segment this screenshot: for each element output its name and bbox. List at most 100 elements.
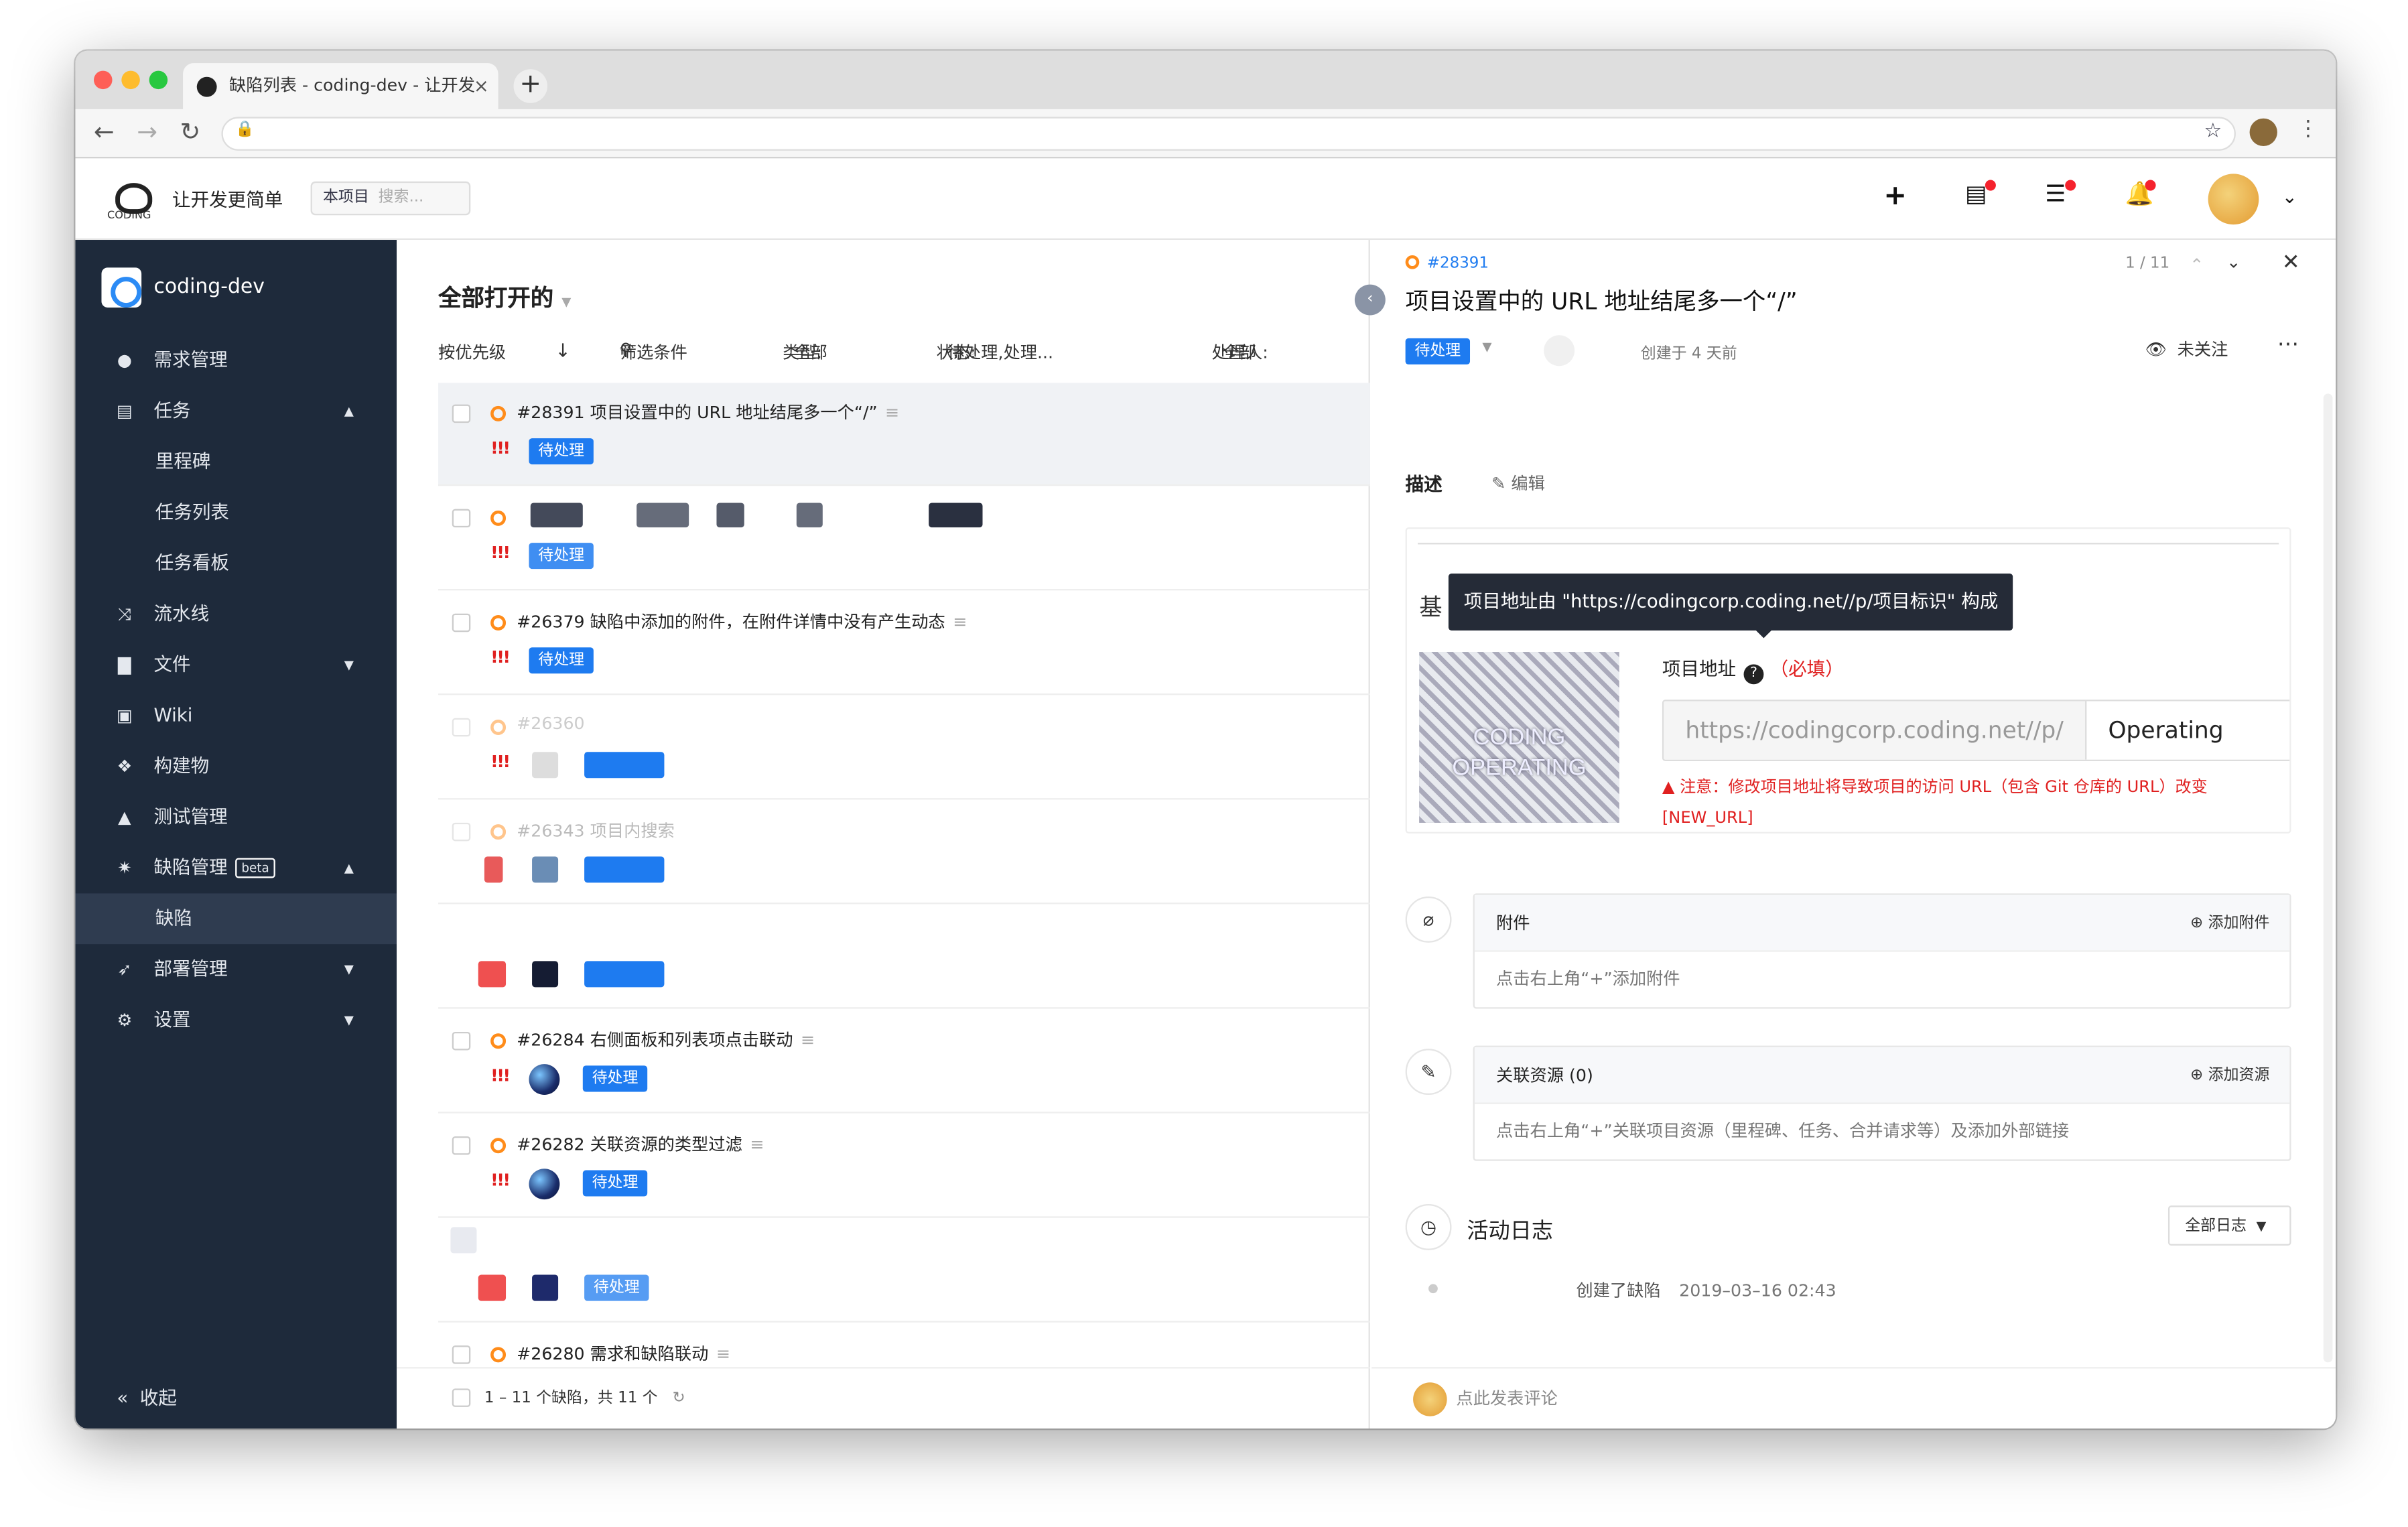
comment-input[interactable]: 点此发表评论 (1372, 1367, 2336, 1429)
merge-request-icon[interactable]: ▤ (1965, 180, 1987, 208)
sidebar-item-defect-list[interactable]: 缺陷 (75, 893, 397, 945)
status-dropdown[interactable]: 待处理 (1405, 338, 1471, 364)
select-all-checkbox[interactable] (452, 1388, 471, 1407)
next-icon[interactable]: ⌄ (2226, 252, 2240, 272)
row-title[interactable]: #26343 项目内搜索 (517, 818, 675, 843)
row-checkbox[interactable] (452, 404, 471, 423)
status-badge: 待处理 (582, 1065, 648, 1092)
status-badge (584, 752, 665, 779)
sidebar-item-settings[interactable]: ⚙ 设置 ▼ (75, 995, 397, 1046)
tasks-icon[interactable]: ☰ (2045, 180, 2066, 208)
sidebar-item-defects[interactable]: ✷ 缺陷管理 beta ▲ (75, 843, 397, 894)
coding-logo[interactable]: CODING (103, 177, 155, 223)
defect-title[interactable]: 项目设置中的 URL 地址结尾多一个“/” (1406, 285, 1798, 317)
user-avatar[interactable] (2208, 174, 2259, 225)
blurred-title (929, 503, 983, 528)
row-checkbox[interactable] (452, 1031, 471, 1051)
previous-icon[interactable]: ⌃ (2190, 255, 2204, 275)
table-row[interactable] (438, 906, 1370, 1009)
rocket-icon: ➶ (117, 959, 132, 980)
activity-title: 活动日志 (1467, 1219, 1553, 1244)
sort-dropdown[interactable]: 按优先级 ▾ (438, 340, 506, 363)
minimize-window-icon[interactable] (121, 70, 140, 90)
browser-tab[interactable]: 缺陷列表 - coding-dev - 让开发 × (183, 63, 498, 109)
table-row[interactable]: #28391 项目设置中的 URL 地址结尾多一个“/” ≡ !!! 待处理 (438, 383, 1370, 486)
sidebar-collapse-button[interactable]: « 收起 (117, 1384, 177, 1410)
table-row[interactable]: #26282 关联资源的类型过滤 ≡ !!! 待处理 (438, 1115, 1370, 1218)
activity-filter-dropdown[interactable]: 全部日志 ▼ (2167, 1205, 2291, 1246)
status-badge (584, 961, 665, 988)
row-title[interactable]: #26280 需求和缺陷联动 (517, 1344, 708, 1364)
gears-icon: ⚙ (117, 1010, 133, 1031)
flask-icon: ▲ (118, 807, 131, 827)
chevron-down-icon[interactable]: ⌄ (2282, 186, 2297, 208)
sidebar-item-task-board[interactable]: 任务看板 (75, 538, 397, 589)
row-title[interactable]: #26284 右侧面板和列表项点击联动 (517, 1031, 793, 1051)
table-row[interactable]: !!! 待处理 (438, 488, 1370, 591)
edit-description-button[interactable]: ✎ 编辑 (1491, 470, 1545, 495)
row-title[interactable]: #26282 关联资源的类型过滤 (517, 1135, 742, 1155)
reload-icon[interactable]: ↻ (180, 117, 201, 146)
status-filter[interactable]: 状态: 待处理,处理... ▾ ⊗ (937, 340, 1053, 363)
search-box[interactable]: 本项目 搜索... (310, 181, 471, 216)
row-title[interactable]: #26360 (517, 714, 584, 734)
row-checkbox[interactable] (452, 822, 471, 842)
sidebar-item-tasks[interactable]: ▤ 任务 ▲ (75, 386, 397, 437)
table-row[interactable]: #26343 项目内搜索 (438, 801, 1370, 905)
table-row[interactable]: #26284 右侧面板和列表项点击联动 ≡ !!! 待处理 (438, 1010, 1370, 1114)
type-filter[interactable]: 类型: 全部 ▾ (783, 340, 827, 363)
maximize-window-icon[interactable] (149, 70, 168, 90)
add-attachment-button[interactable]: ⊕ 添加附件 (2190, 895, 2269, 952)
bookmark-star-icon[interactable]: ☆ (2204, 120, 2222, 143)
sidebar-item-task-list[interactable]: 任务列表 (75, 488, 397, 539)
watch-toggle[interactable]: 👁 未关注 (2145, 337, 2228, 362)
search-input[interactable]: 搜索... (379, 189, 424, 206)
row-checkbox[interactable] (452, 718, 471, 737)
search-scope[interactable]: 本项目 (323, 189, 369, 206)
row-checkbox[interactable] (450, 1227, 477, 1254)
sort-direction-icon[interactable]: ↓ (555, 340, 570, 361)
table-row[interactable]: #26379 缺陷中添加的附件，在附件详情中没有产生动态 ≡ !!! 待处理 (438, 592, 1370, 695)
browser-toolbar: ← → ↻ 🔒 ☆ ⋮ (75, 109, 2336, 159)
open-status-icon (490, 615, 507, 630)
cubes-icon: ❖ (117, 756, 133, 777)
create-icon[interactable]: + (1883, 180, 1907, 212)
more-icon[interactable]: ⋯ (2277, 332, 2299, 357)
address-bar[interactable]: 🔒 ☆ (221, 117, 2236, 151)
row-checkbox[interactable] (452, 1136, 471, 1155)
close-window-icon[interactable] (93, 70, 113, 90)
sidebar-item-files[interactable]: ▇ 文件 ▼ (75, 640, 397, 691)
sidebar-item-testing[interactable]: ▲ 测试管理 (75, 792, 397, 843)
table-row[interactable]: 待处理 (438, 1219, 1370, 1323)
collapse-panel-icon[interactable]: ‹ (1354, 284, 1386, 316)
row-checkbox[interactable] (452, 1345, 471, 1364)
description-text: 基 (1419, 593, 1443, 622)
sidebar-item-artifacts[interactable]: ❖ 构建物 (75, 741, 397, 792)
double-chevron-left-icon: « (117, 1387, 129, 1409)
browser-menu-icon[interactable]: ⋮ (2297, 117, 2319, 141)
row-checkbox[interactable] (452, 613, 471, 633)
row-title[interactable]: #26379 缺陷中添加的附件，在附件详情中没有产生动态 (517, 612, 945, 632)
sidebar-item-deploy[interactable]: ➶ 部署管理 ▼ (75, 944, 397, 995)
row-title[interactable]: #28391 项目设置中的 URL 地址结尾多一个“/” (517, 403, 877, 423)
help-icon[interactable]: ? (1743, 664, 1764, 685)
list-view-selector[interactable]: 全部打开的 ▼ (438, 281, 571, 314)
row-checkbox[interactable] (452, 509, 471, 528)
profile-avatar[interactable] (2249, 118, 2277, 147)
tab-close-icon[interactable]: × (474, 63, 489, 109)
assignee-filter[interactable]: 处理人: 全部 ▾ (1211, 340, 1268, 363)
new-tab-button[interactable]: + (513, 69, 548, 103)
table-row[interactable]: #26360 !!! (438, 697, 1370, 800)
add-resource-button[interactable]: ⊕ 添加资源 (2190, 1047, 2269, 1104)
scrollbar[interactable] (2323, 393, 2333, 1363)
sidebar-item-wiki[interactable]: ▣ Wiki (75, 690, 397, 741)
filter-conditions-button[interactable]: ⚲ 筛选条件 ▾ (620, 340, 687, 362)
back-icon[interactable]: ← (94, 117, 115, 146)
project-switcher[interactable]: coding-dev (101, 267, 265, 308)
sidebar-item-pipeline[interactable]: ⤨ 流水线 (75, 589, 397, 640)
sidebar-item-requirements[interactable]: ● 需求管理 (75, 335, 397, 386)
close-icon[interactable]: ✕ (2282, 251, 2300, 275)
refresh-icon[interactable]: ↻ (673, 1390, 685, 1407)
forward-icon[interactable]: → (137, 117, 157, 146)
sidebar-item-milestones[interactable]: 里程碑 (75, 437, 397, 488)
